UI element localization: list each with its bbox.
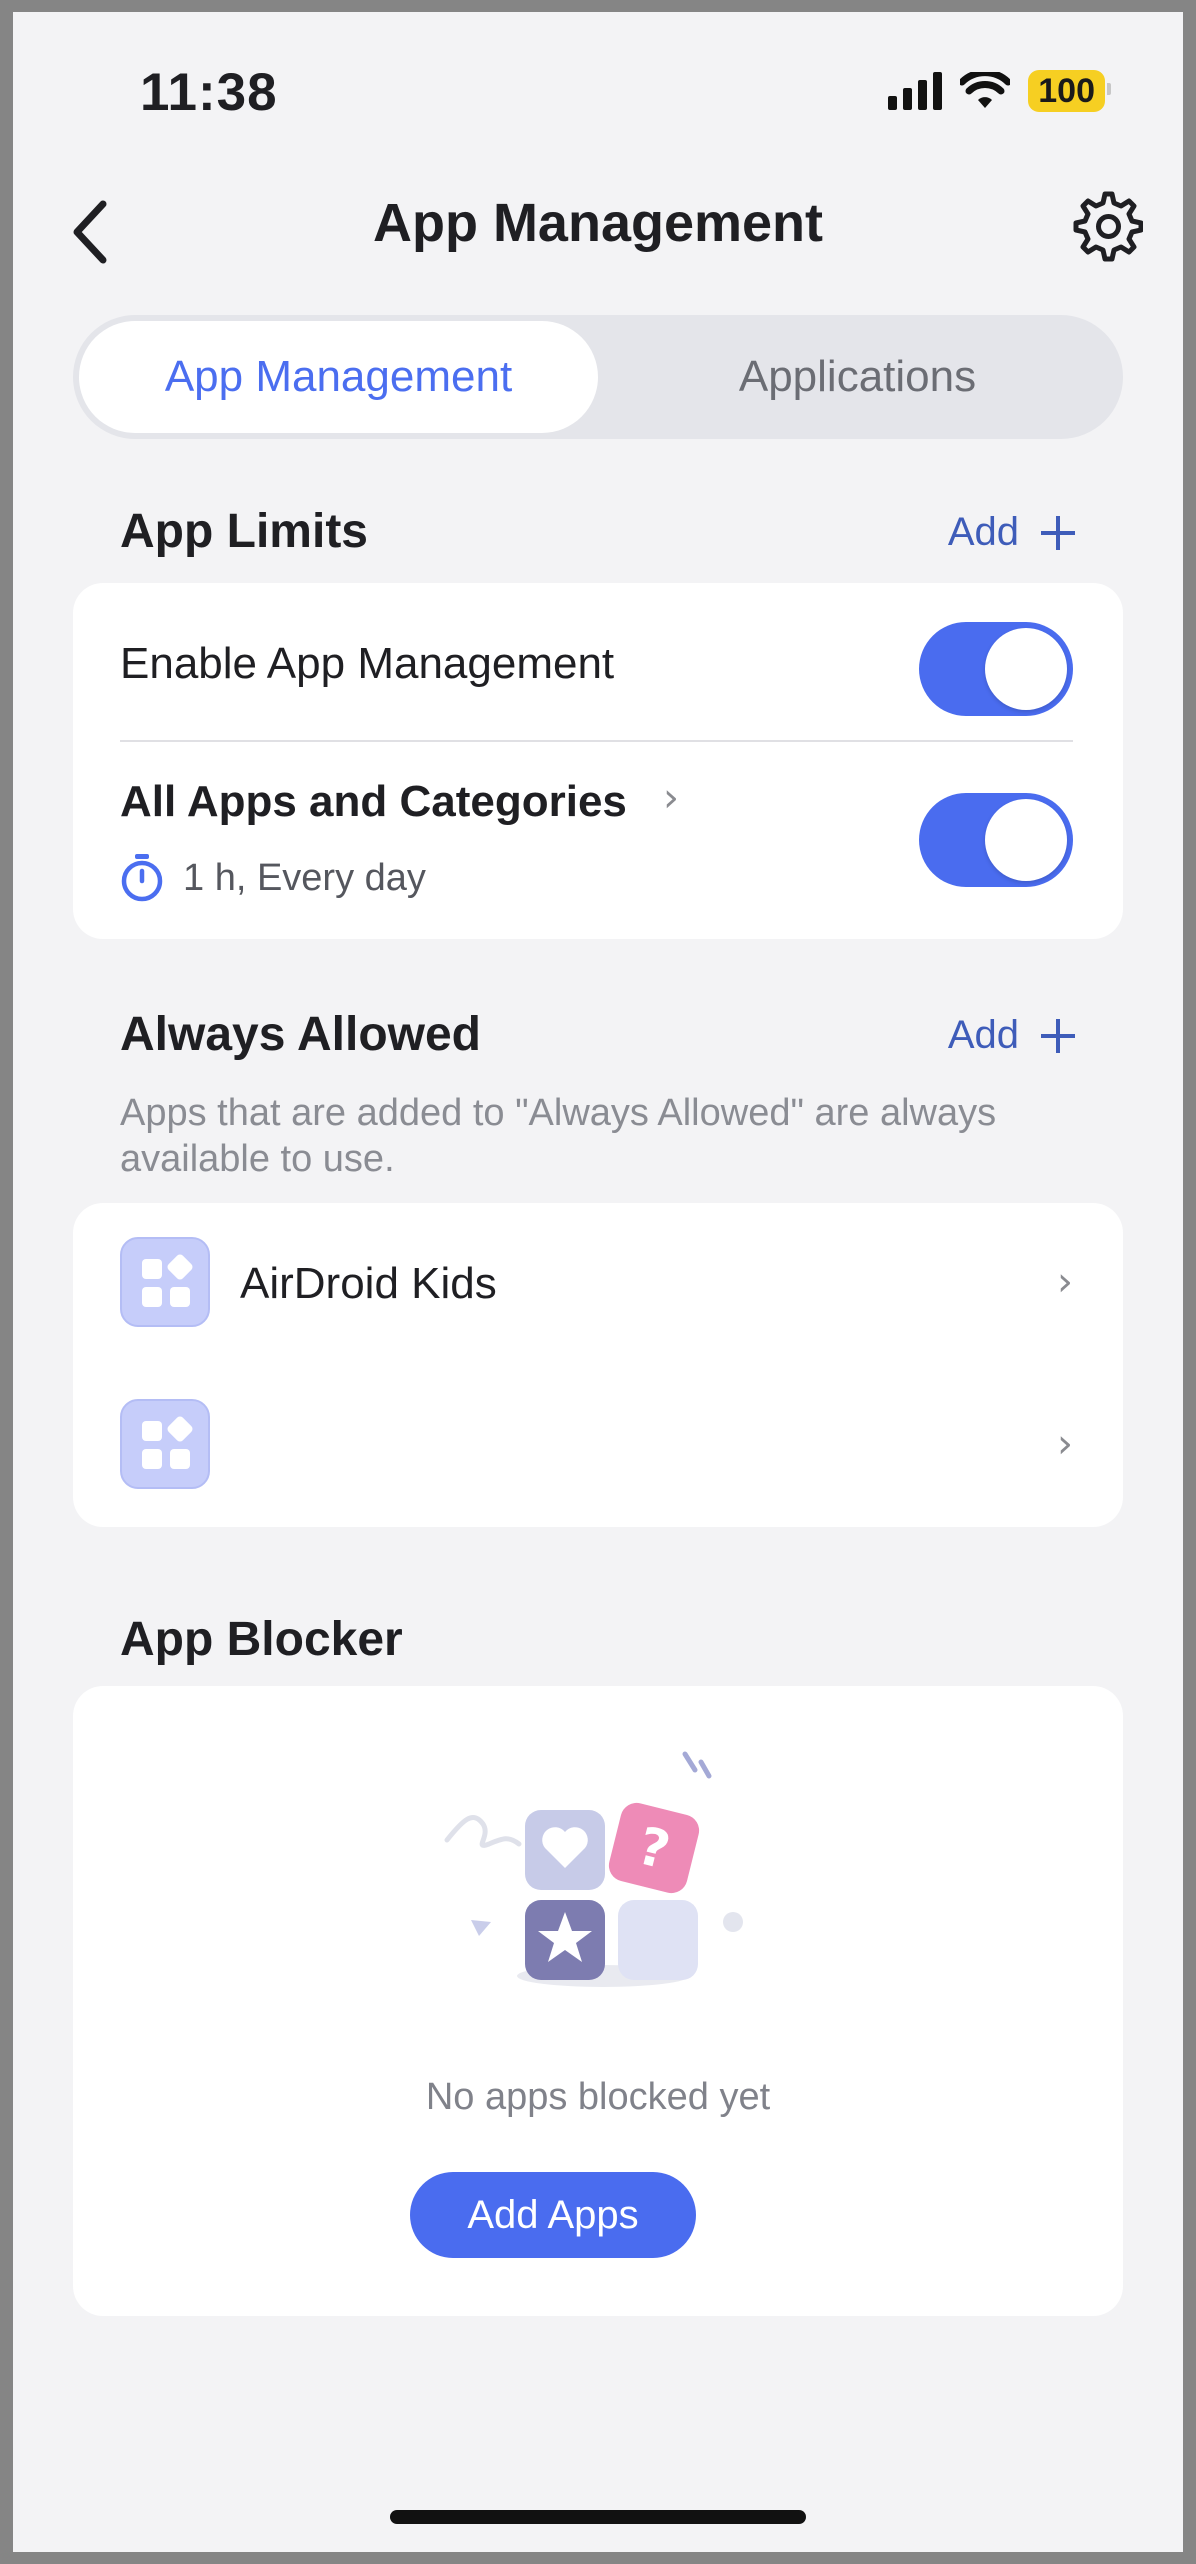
enable-app-management-label: Enable App Management bbox=[120, 639, 615, 688]
empty-apps-illustration: ? bbox=[444, 1751, 743, 1987]
app-icon bbox=[120, 1399, 210, 1489]
battery-icon: 100 bbox=[1028, 70, 1111, 112]
phone-screen: 11:38 100 App Management App Management … bbox=[13, 12, 1183, 2552]
timer-icon bbox=[121, 854, 163, 902]
all-apps-rule-toggle[interactable] bbox=[919, 793, 1073, 887]
settings-button[interactable] bbox=[1067, 188, 1144, 264]
always-allowed-description: Apps that are added to "Always Allowed" … bbox=[120, 1092, 997, 1180]
list-item[interactable]: AirDroid Kids › bbox=[73, 1203, 1123, 1365]
chevron-right-icon: › bbox=[1057, 1259, 1073, 1305]
empty-state-text: No apps blocked yet bbox=[425, 2076, 771, 2118]
divider bbox=[120, 740, 1073, 742]
app-limits-card: Enable App Management All Apps and Categ… bbox=[73, 583, 1123, 939]
list-item[interactable]: › bbox=[73, 1365, 1123, 1527]
plus-icon bbox=[1041, 1018, 1075, 1053]
status-icons: 100 bbox=[888, 70, 1111, 112]
signal-icon bbox=[888, 72, 943, 110]
app-limits-add-button[interactable]: Add bbox=[948, 510, 1075, 555]
always-allowed-add-button[interactable]: Add bbox=[948, 1013, 1075, 1058]
enable-app-management-toggle[interactable] bbox=[919, 622, 1073, 716]
plus-icon bbox=[1041, 515, 1075, 550]
wifi-icon bbox=[960, 72, 1011, 108]
app-icon bbox=[120, 1237, 210, 1327]
all-apps-rule-title: All Apps and Categories bbox=[120, 777, 627, 826]
chevron-right-icon: › bbox=[663, 775, 679, 821]
app-limits-title: App Limits bbox=[120, 505, 368, 558]
always-allowed-title: Always Allowed bbox=[120, 1008, 481, 1061]
page-title: App Management bbox=[372, 193, 824, 253]
tab-applications[interactable]: Applications bbox=[598, 321, 1117, 433]
add-label: Add bbox=[947, 1013, 1019, 1057]
always-allowed-card: AirDroid Kids › › bbox=[73, 1203, 1123, 1527]
add-apps-button[interactable]: Add Apps bbox=[410, 2172, 696, 2258]
tab-bar: App Management Applications bbox=[73, 315, 1123, 439]
all-apps-rule-schedule: 1 h, Every day bbox=[183, 857, 426, 899]
tab-app-management[interactable]: App Management bbox=[79, 321, 598, 433]
toggle-knob bbox=[985, 628, 1067, 710]
gear-icon bbox=[1073, 191, 1144, 262]
home-indicator bbox=[390, 2510, 806, 2524]
toggle-knob bbox=[985, 799, 1067, 881]
app-name: AirDroid Kids bbox=[240, 1259, 497, 1308]
status-time: 11:38 bbox=[140, 63, 278, 122]
chevron-right-icon: › bbox=[1057, 1421, 1073, 1467]
app-blocker-title: App Blocker bbox=[120, 1613, 403, 1666]
add-label: Add bbox=[947, 510, 1019, 554]
